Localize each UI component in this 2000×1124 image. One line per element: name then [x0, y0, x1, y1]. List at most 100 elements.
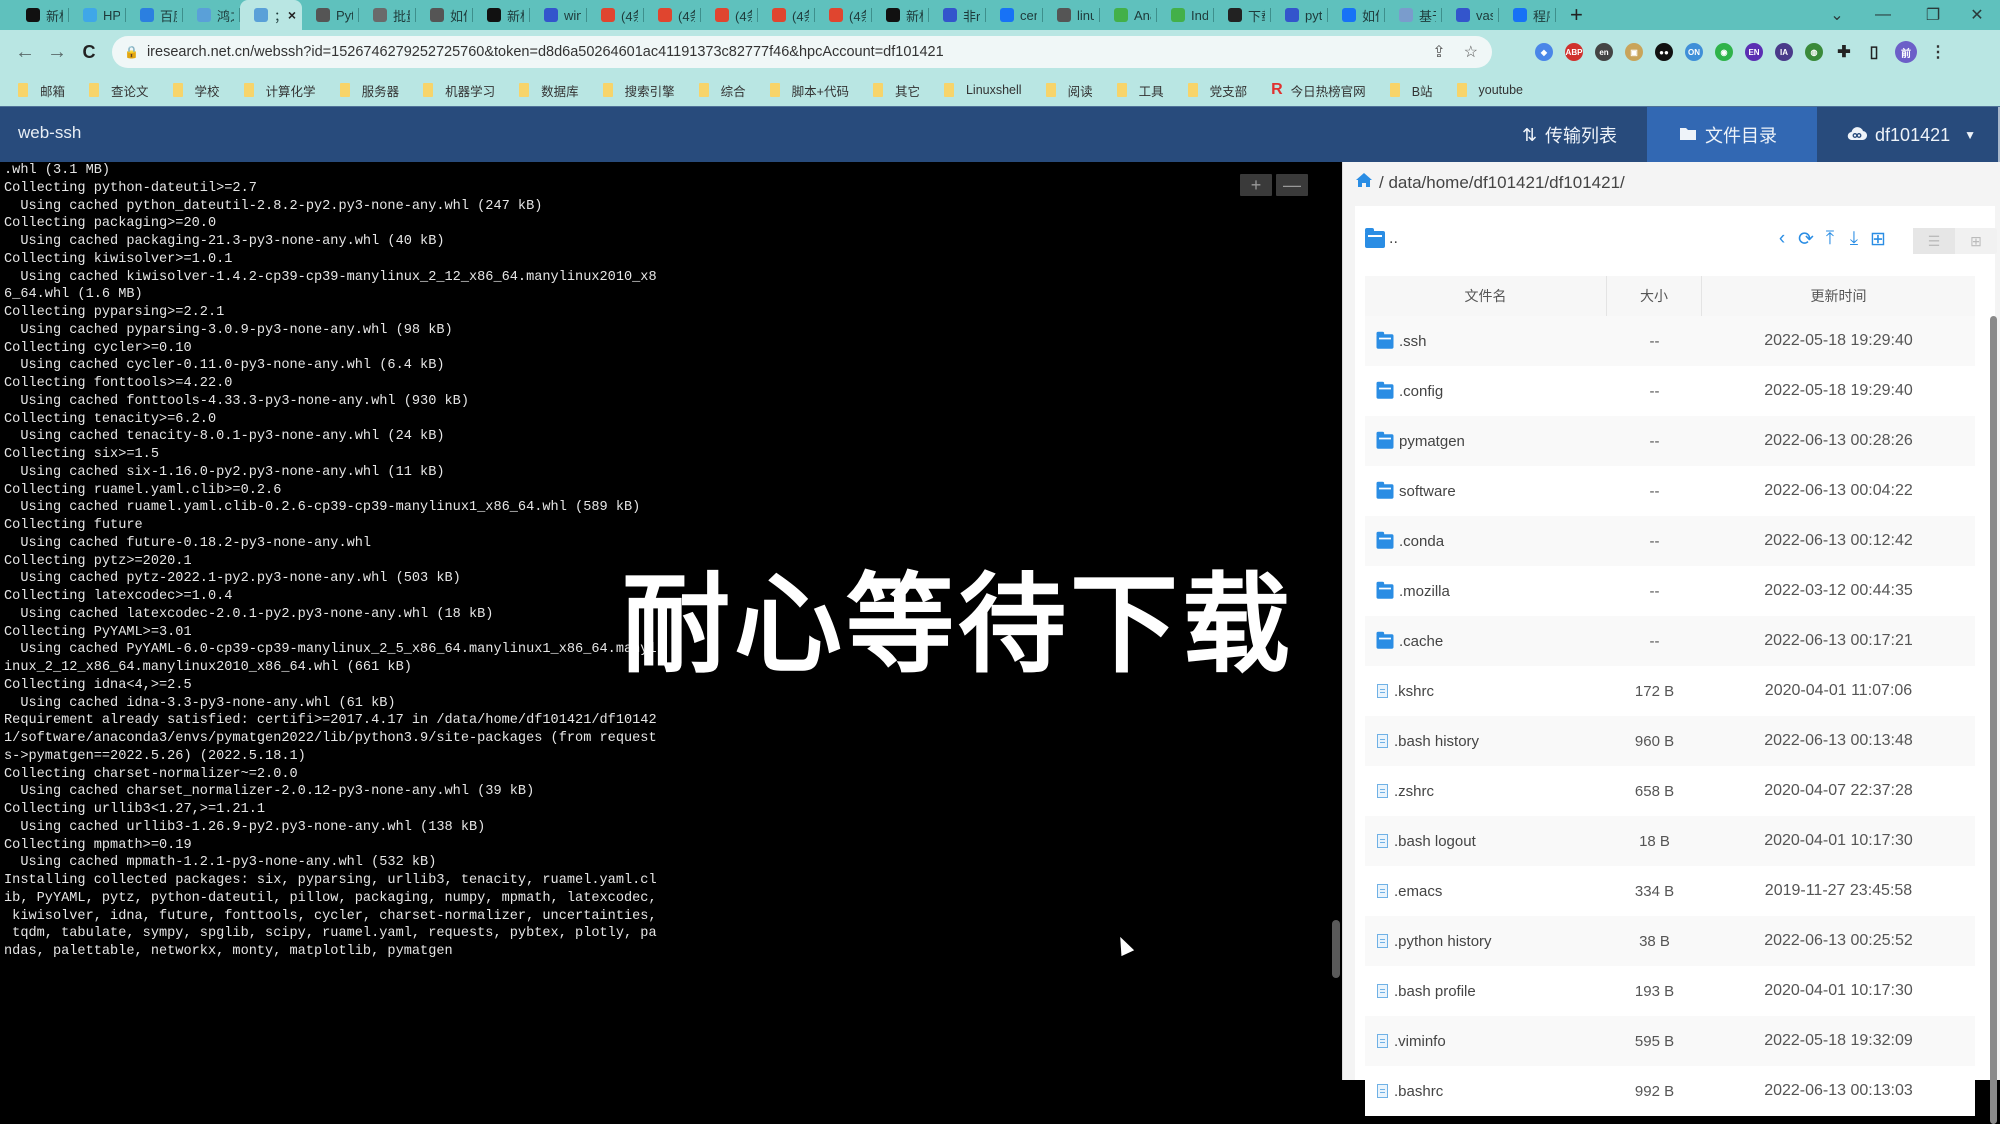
- bookmark-item[interactable]: 党支部: [1187, 81, 1247, 100]
- globe-ext-icon[interactable]: ◍: [1805, 43, 1823, 61]
- file-row[interactable]: .bash profile 193 B 2020-04-01 10:17:30: [1365, 966, 1975, 1016]
- file-row[interactable]: .kshrc 172 B 2020-04-01 11:07:06: [1365, 666, 1975, 716]
- green-ext-icon[interactable]: ◉: [1715, 43, 1733, 61]
- browser-tab[interactable]: 新标: [12, 0, 69, 30]
- browser-tab[interactable]: 新标: [872, 0, 929, 30]
- bookmark-item[interactable]: B站: [1389, 81, 1433, 100]
- bookmark-item[interactable]: 数据库: [519, 81, 579, 100]
- column-header-name[interactable]: 文件名: [1365, 276, 1607, 316]
- browser-tab[interactable]: 百度: [126, 0, 183, 30]
- browser-tab[interactable]: cen: [986, 0, 1043, 30]
- file-name-cell[interactable]: .python history: [1365, 916, 1607, 966]
- user-menu[interactable]: df101421 ▼: [1817, 107, 2000, 163]
- file-name-cell[interactable]: .viminfo: [1365, 1016, 1607, 1066]
- file-name-cell[interactable]: .zshrc: [1365, 766, 1607, 816]
- adblock-icon[interactable]: ABP: [1565, 43, 1583, 61]
- folder-row[interactable]: .mozilla -- 2022-03-12 00:44:35: [1365, 566, 1975, 616]
- close-tab-icon[interactable]: ×: [288, 7, 296, 23]
- bookmark-item[interactable]: 学校: [172, 81, 220, 100]
- bookmark-item[interactable]: youtube: [1456, 83, 1523, 97]
- image-ext-icon[interactable]: ▣: [1625, 43, 1643, 61]
- folder-row[interactable]: .cache -- 2022-06-13 00:17:21: [1365, 616, 1975, 666]
- home-icon[interactable]: [1355, 172, 1373, 193]
- folder-row[interactable]: .config -- 2022-05-18 19:29:40: [1365, 366, 1975, 416]
- bookmark-item[interactable]: 脚本+代码: [769, 81, 849, 100]
- file-row[interactable]: .bash history 960 B 2022-06-13 00:13:48: [1365, 716, 1975, 766]
- grid-view-icon[interactable]: ⊞: [1955, 228, 1997, 254]
- browser-tab[interactable]: linu: [1043, 0, 1100, 30]
- bookmark-item[interactable]: 计算化学: [243, 81, 316, 100]
- file-row[interactable]: .python history 38 B 2022-06-13 00:25:52: [1365, 916, 1975, 966]
- en-ext-icon[interactable]: en: [1595, 43, 1613, 61]
- minimize-button[interactable]: —: [1860, 0, 1906, 30]
- file-directory-tab[interactable]: 文件目录: [1647, 107, 1818, 163]
- new-tab-button[interactable]: +: [1556, 0, 1597, 30]
- sidepanel-icon[interactable]: ▯: [1865, 43, 1883, 61]
- en-circle-ext-icon[interactable]: EN: [1745, 43, 1763, 61]
- browser-tab[interactable]: pyt: [1271, 0, 1328, 30]
- file-name-cell[interactable]: software: [1365, 466, 1607, 516]
- transfer-list-tab[interactable]: ⇅ 传输列表: [1492, 107, 1647, 163]
- browser-tab[interactable]: ；×: [240, 0, 302, 30]
- browser-tab[interactable]: (4条: [644, 0, 701, 30]
- browser-tab[interactable]: 基于: [1385, 0, 1442, 30]
- parent-directory-link[interactable]: ..: [1365, 228, 1398, 248]
- list-view-icon[interactable]: ☰: [1913, 228, 1955, 254]
- file-name-cell[interactable]: .bash profile: [1365, 966, 1607, 1016]
- file-row[interactable]: .bashrc 992 B 2022-06-13 00:13:03: [1365, 1066, 1975, 1116]
- browser-tab[interactable]: 如何: [416, 0, 473, 30]
- address-bar[interactable]: 🔒 iresearch.net.cn/webssh?id=15267462792…: [112, 36, 1492, 68]
- restore-button[interactable]: ❐: [1910, 0, 1956, 30]
- browser-tab[interactable]: 新标: [473, 0, 530, 30]
- column-header-size[interactable]: 大小: [1607, 276, 1702, 316]
- bookmark-item[interactable]: 机器学习: [423, 81, 495, 100]
- file-name-cell[interactable]: .mozilla: [1365, 566, 1607, 616]
- file-name-cell[interactable]: .cache: [1365, 616, 1607, 666]
- file-name-cell[interactable]: .kshrc: [1365, 666, 1607, 716]
- folder-row[interactable]: .ssh -- 2022-05-18 19:29:40: [1365, 316, 1975, 366]
- file-name-cell[interactable]: pymatgen: [1365, 416, 1607, 466]
- browser-tab[interactable]: (4条: [758, 0, 815, 30]
- browser-tab[interactable]: vas: [1442, 0, 1499, 30]
- column-header-time[interactable]: 更新时间: [1702, 276, 1975, 316]
- bookmark-item[interactable]: 查论文: [89, 81, 149, 100]
- download-icon[interactable]: ⤓: [1845, 228, 1863, 251]
- bookmark-star-icon[interactable]: ☆: [1464, 42, 1478, 62]
- bookmark-item[interactable]: 邮箱: [18, 81, 65, 100]
- file-name-cell[interactable]: .bash history: [1365, 716, 1607, 766]
- bookmark-item[interactable]: 其它: [872, 81, 920, 100]
- bookmark-item[interactable]: R 今日热榜官网: [1271, 81, 1366, 100]
- terminal-scrollbar[interactable]: [1332, 920, 1340, 978]
- browser-tab[interactable]: (4条: [587, 0, 644, 30]
- file-list-scrollbar[interactable]: [1990, 316, 1997, 1124]
- bookmark-item[interactable]: Linuxshell: [943, 83, 1022, 97]
- file-name-cell[interactable]: .config: [1365, 366, 1607, 416]
- file-name-cell[interactable]: .bashrc: [1365, 1066, 1607, 1116]
- upload-icon[interactable]: ⤒: [1821, 228, 1839, 251]
- folder-row[interactable]: .conda -- 2022-06-13 00:12:42: [1365, 516, 1975, 566]
- file-row[interactable]: .viminfo 595 B 2022-05-18 19:32:09: [1365, 1016, 1975, 1066]
- file-row[interactable]: .emacs 334 B 2019-11-27 23:45:58: [1365, 866, 1975, 916]
- terminal-zoom-out-button[interactable]: —: [1276, 174, 1308, 196]
- bookmark-item[interactable]: 综合: [698, 81, 746, 100]
- url-text[interactable]: iresearch.net.cn/webssh?id=1526746279252…: [147, 44, 944, 60]
- bookmark-item[interactable]: 阅读: [1045, 81, 1093, 100]
- translate-ext-icon[interactable]: ◆: [1535, 43, 1553, 61]
- browser-tab[interactable]: Pyt: [302, 0, 359, 30]
- on-toggle-ext-icon[interactable]: ON: [1685, 43, 1703, 61]
- bookmark-item[interactable]: 搜索引擎: [602, 81, 675, 100]
- reload-button[interactable]: C: [74, 37, 104, 67]
- refresh-icon[interactable]: ⟳: [1797, 228, 1815, 251]
- tab-search-dropdown-icon[interactable]: ⌄: [1814, 0, 1860, 30]
- bookmark-item[interactable]: 工具: [1116, 81, 1164, 100]
- browser-tab[interactable]: Ana: [1100, 0, 1157, 30]
- file-name-cell[interactable]: .bash logout: [1365, 816, 1607, 866]
- menu-kebab-icon[interactable]: ⋮: [1929, 43, 1947, 61]
- profile-avatar[interactable]: 前: [1895, 41, 1917, 63]
- tampermonkey-icon[interactable]: ●●: [1655, 43, 1673, 61]
- folder-row[interactable]: software -- 2022-06-13 00:04:22: [1365, 466, 1975, 516]
- file-name-cell[interactable]: .ssh: [1365, 316, 1607, 366]
- browser-tab[interactable]: 鸿之: [183, 0, 240, 30]
- share-icon[interactable]: ⇪: [1432, 42, 1445, 62]
- browser-tab[interactable]: win: [530, 0, 587, 30]
